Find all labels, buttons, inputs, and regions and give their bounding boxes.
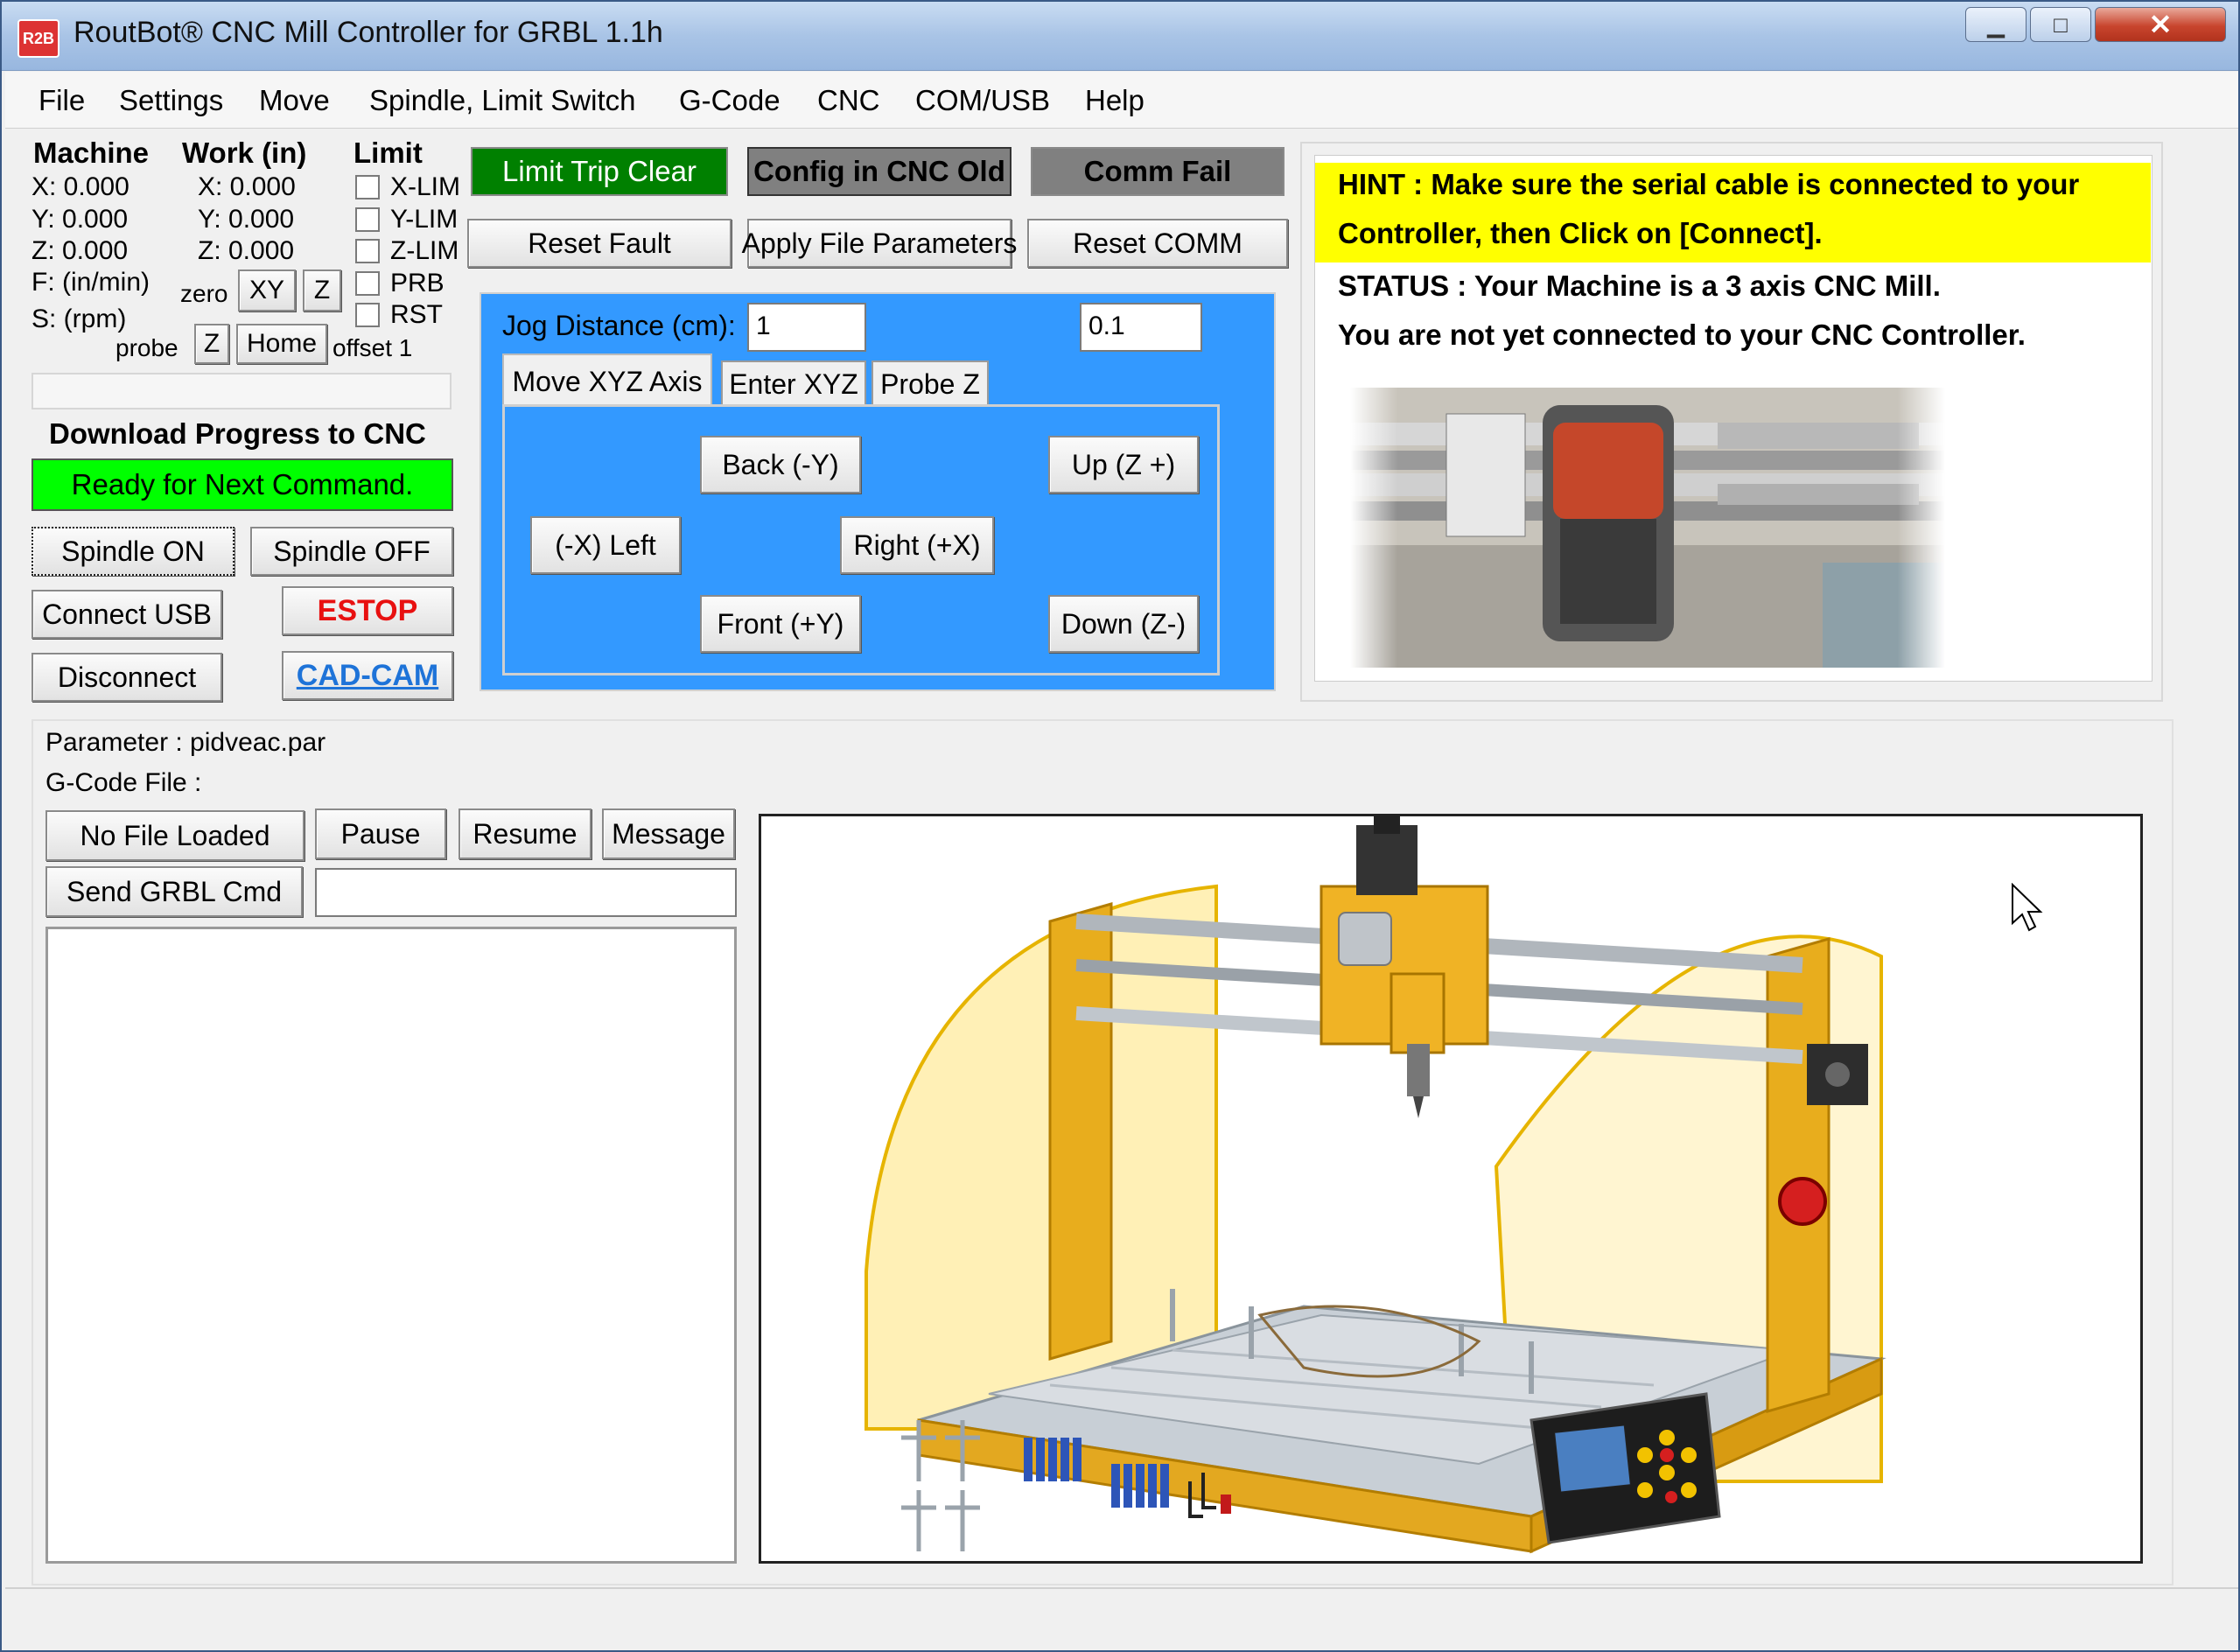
jog-down-button[interactable]: Down (Z-) <box>1048 595 1199 653</box>
title-bar: R2B RoutBot® CNC Mill Controller for GRB… <box>2 2 2238 71</box>
progress-bar <box>32 373 452 410</box>
machine-z: Z: 0.000 <box>32 236 129 265</box>
prb-label: PRB <box>390 269 444 298</box>
offset-label: offset 1 <box>332 334 413 361</box>
rst-checkbox[interactable] <box>355 303 380 327</box>
probe-z-button[interactable]: Z <box>194 324 229 364</box>
config-status: Config in CNC Old <box>747 147 1012 196</box>
work-z: Z: 0.000 <box>198 236 295 265</box>
machine-x: X: 0.000 <box>32 172 130 201</box>
ready-status: Ready for Next Command. <box>32 458 453 511</box>
gcode-file-label: G-Code File : <box>46 768 202 797</box>
menu-file[interactable]: File <box>38 84 85 117</box>
menu-spindle-limit-switch[interactable]: Spindle, Limit Switch <box>369 84 635 117</box>
jog-back-button[interactable]: Back (-Y) <box>700 436 861 494</box>
machine-header: Machine <box>33 136 150 169</box>
probe-label: probe <box>116 334 178 361</box>
pause-button[interactable]: Pause <box>315 808 446 859</box>
menu-cnc[interactable]: CNC <box>817 84 880 117</box>
close-button[interactable]: ✕ <box>2095 7 2226 42</box>
prb-checkbox[interactable] <box>355 271 380 296</box>
work-x: X: 0.000 <box>198 172 296 201</box>
jog-right-button[interactable]: Right (+X) <box>840 516 994 574</box>
zero-label: zero <box>180 280 228 307</box>
z-lim-checkbox[interactable] <box>355 239 380 263</box>
mouse-cursor-icon <box>2012 883 2043 932</box>
parameter-file-label: Parameter : pidveac.par <box>46 728 326 757</box>
machine-image-panel <box>759 814 2143 1564</box>
y-lim-checkbox[interactable] <box>355 207 380 232</box>
menu-settings[interactable]: Settings <box>119 84 223 117</box>
menu-bar: File Settings Move Spindle, Limit Switch… <box>5 72 2238 129</box>
status-line-1: STATUS : Your Machine is a 3 axis CNC Mi… <box>1338 270 1941 302</box>
zero-z-button[interactable]: Z <box>303 270 341 312</box>
cnc-machine-illustration <box>864 816 1886 1554</box>
x-lim-checkbox[interactable] <box>355 175 380 200</box>
gcode-log-box[interactable] <box>46 927 737 1564</box>
rst-label: RST <box>390 300 443 329</box>
connect-usb-button[interactable]: Connect USB <box>32 590 222 639</box>
apply-file-parameters-button[interactable]: Apply File Parameters <box>742 219 1017 268</box>
close-icon: ✕ <box>2148 9 2173 40</box>
x-lim-label: X-LIM <box>390 172 461 201</box>
reset-comm-button[interactable]: Reset COMM <box>1027 219 1288 268</box>
estop-button[interactable]: ESTOP <box>282 586 453 635</box>
menu-com-usb[interactable]: COM/USB <box>915 84 1050 117</box>
spindle-photo <box>1350 388 1945 668</box>
limit-header: Limit <box>354 136 423 169</box>
work-y: Y: 0.000 <box>198 205 295 234</box>
hint-line-2: Controller, then Click on [Connect]. <box>1338 217 1823 249</box>
z-lim-label: Z-LIM <box>390 236 459 265</box>
message-button[interactable]: Message <box>602 808 735 859</box>
comm-status: Comm Fail <box>1031 147 1284 196</box>
home-button[interactable]: Home <box>236 324 327 364</box>
tab-probe-z[interactable]: Probe Z <box>872 360 989 406</box>
hint-panel: HINT : Make sure the serial cable is con… <box>1314 155 2152 682</box>
window-title: RoutBot® CNC Mill Controller for GRBL 1.… <box>74 16 663 49</box>
hint-line-1: HINT : Make sure the serial cable is con… <box>1338 168 2080 200</box>
send-grbl-cmd-button[interactable]: Send GRBL Cmd <box>46 866 303 917</box>
spindle-on-button[interactable]: Spindle ON <box>32 527 234 576</box>
jog-distance-input[interactable]: 1 <box>747 303 866 352</box>
menu-move[interactable]: Move <box>259 84 330 117</box>
y-lim-label: Y-LIM <box>390 205 458 234</box>
feed-label: F: (in/min) <box>32 268 150 297</box>
work-header: Work (in) <box>182 136 307 169</box>
spindle-off-button[interactable]: Spindle OFF <box>250 527 453 576</box>
minimize-icon: ▁ <box>1987 11 2005 38</box>
resume-button[interactable]: Resume <box>458 808 592 859</box>
jog-front-button[interactable]: Front (+Y) <box>700 595 861 653</box>
machine-y: Y: 0.000 <box>32 205 129 234</box>
tab-move-xyz-axis[interactable]: Move XYZ Axis <box>502 354 712 408</box>
main-window: R2B RoutBot® CNC Mill Controller for GRB… <box>0 0 2240 1652</box>
download-progress-title: Download Progress to CNC <box>49 417 426 450</box>
maximize-icon: □ <box>2054 11 2068 38</box>
cad-cam-button[interactable]: CAD-CAM <box>282 651 453 700</box>
disconnect-button[interactable]: Disconnect <box>32 653 222 702</box>
status-bar <box>5 1587 2238 1650</box>
jog-left-button[interactable]: (-X) Left <box>530 516 681 574</box>
jog-up-button[interactable]: Up (Z +) <box>1048 436 1199 494</box>
maximize-button[interactable]: □ <box>2030 7 2091 42</box>
menu-gcode[interactable]: G-Code <box>679 84 780 117</box>
app-logo-icon: R2B <box>18 19 60 58</box>
grbl-cmd-input[interactable] <box>315 868 737 917</box>
tab-enter-xyz[interactable]: Enter XYZ <box>721 360 866 406</box>
zero-xy-button[interactable]: XY <box>238 270 296 312</box>
reset-fault-button[interactable]: Reset Fault <box>467 219 732 268</box>
jog-distance-label: Jog Distance (cm): <box>502 310 736 341</box>
jog-distance-z-input[interactable]: 0.1 <box>1080 303 1202 352</box>
no-file-loaded-button[interactable]: No File Loaded <box>46 810 304 861</box>
menu-help[interactable]: Help <box>1085 84 1144 117</box>
limit-trip-status: Limit Trip Clear <box>471 147 728 196</box>
status-line-2: You are not yet connected to your CNC Co… <box>1338 318 2026 351</box>
speed-label: S: (rpm) <box>32 304 127 333</box>
minimize-button[interactable]: ▁ <box>1965 7 2026 42</box>
